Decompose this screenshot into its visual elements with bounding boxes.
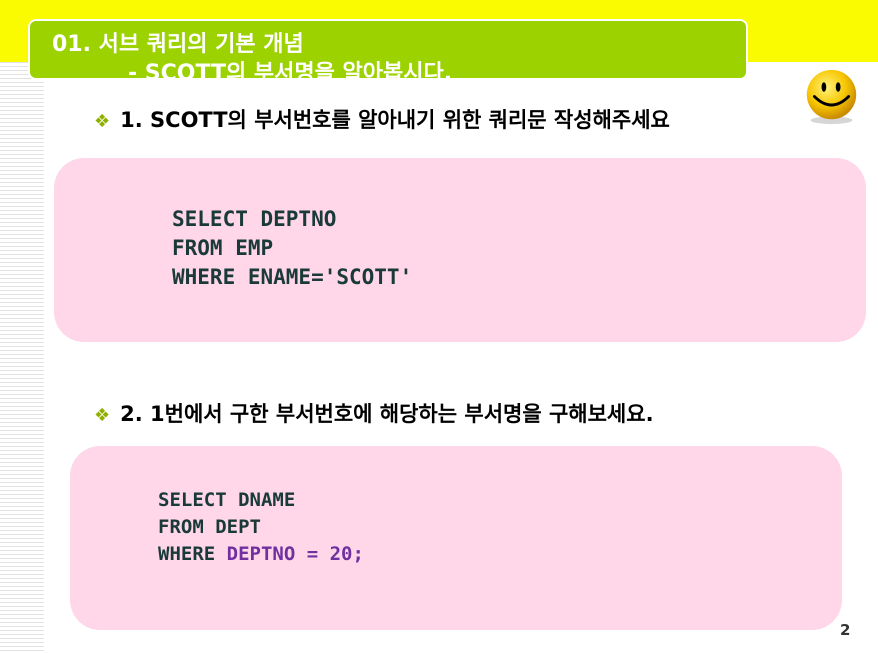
left-striped-margin (0, 62, 44, 653)
code-line: FROM EMP (172, 236, 274, 260)
smiley-face-icon (806, 69, 857, 125)
diamond-bullet-icon: ❖ (94, 405, 111, 426)
sql-query-1: SELECT DEPTNO FROM EMP WHERE ENAME='SCOTT' (172, 205, 412, 292)
question-2: ❖ 2. 1번에서 구한 부서번호에 해당하는 부서명을 구해보세요. (94, 398, 654, 428)
question-1: ❖ 1. SCOTT의 부서번호를 알아내기 위한 쿼리문 작성해주세요 (94, 104, 670, 134)
title-banner: 01. 서브 쿼리의 기본 개념 - SCOTT의 부서명을 알아봅시다. (28, 19, 748, 80)
sql-query-2: SELECT DNAME FROM DEPT WHERE DEPTNO = 20; (158, 487, 364, 568)
code-line: WHERE ENAME='SCOTT' (172, 265, 413, 289)
code-box-1: SELECT DEPTNO FROM EMP WHERE ENAME='SCOTT' (54, 158, 866, 342)
code-line: SELECT DEPTNO (172, 207, 337, 231)
code-box-2: SELECT DNAME FROM DEPT WHERE DEPTNO = 20; (70, 446, 842, 630)
diamond-bullet-icon: ❖ (94, 111, 111, 132)
code-line: FROM DEPT (158, 516, 261, 538)
page-number: 2 (840, 621, 851, 639)
code-highlight: DEPTNO = 20; (226, 543, 364, 565)
question-2-text: 2. 1번에서 구한 부서번호에 해당하는 부서명을 구해보세요. (120, 402, 654, 426)
code-keyword: WHERE (158, 543, 227, 565)
slide-title: 01. 서브 쿼리의 기본 개념 (52, 32, 304, 57)
question-1-text: 1. SCOTT의 부서번호를 알아내기 위한 쿼리문 작성해주세요 (120, 108, 670, 132)
code-line: WHERE DEPTNO = 20; (158, 541, 364, 568)
code-line: SELECT DNAME (158, 489, 296, 511)
slide-subtitle: - SCOTT의 부서명을 알아봅시다. (128, 61, 453, 80)
